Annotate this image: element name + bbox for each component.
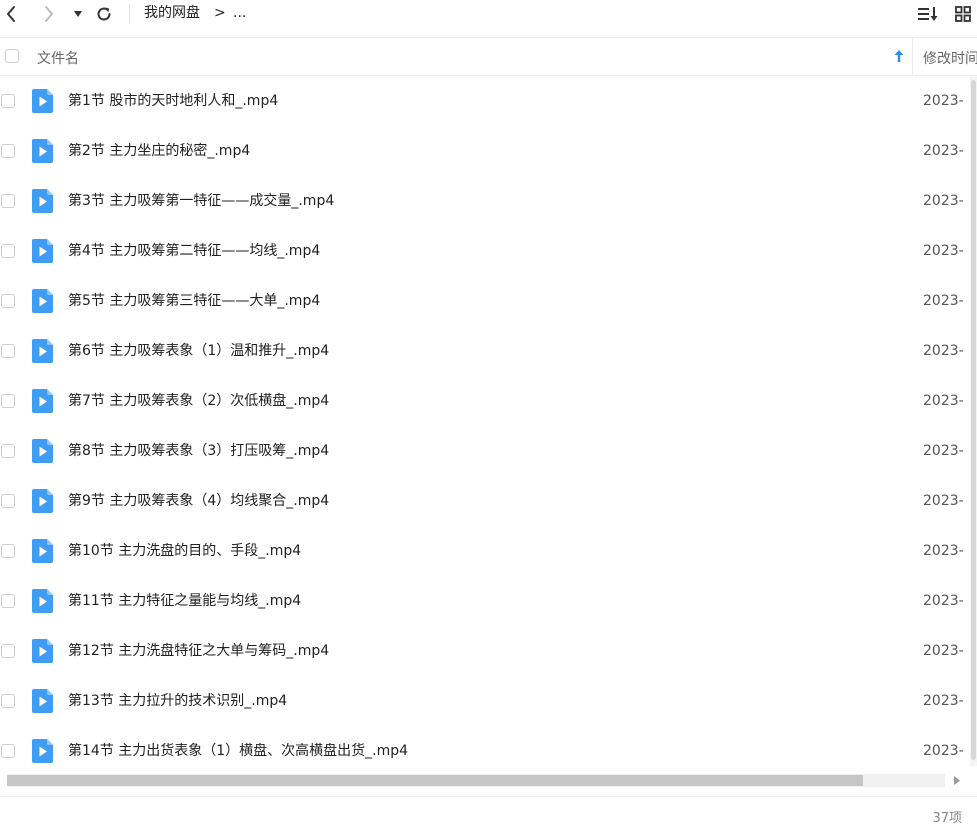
video-file-icon [32, 189, 53, 213]
file-modified-time: 2023- [923, 343, 964, 359]
video-file-icon [32, 739, 53, 763]
file-name[interactable]: 第1节 股市的天时地利人和_.mp4 [68, 92, 278, 110]
select-all-checkbox[interactable] [5, 49, 19, 63]
file-modified-time: 2023- [923, 93, 964, 109]
file-modified-time: 2023- [923, 743, 964, 759]
file-modified-time: 2023- [923, 193, 964, 209]
file-row[interactable]: 第12节 主力洗盘特征之大单与筹码_.mp4 2023- [0, 626, 970, 676]
file-checkbox[interactable] [1, 494, 15, 508]
file-row[interactable]: 第14节 主力出货表象（1）横盘、次高横盘出货_.mp4 2023- [0, 726, 970, 766]
video-file-icon [32, 239, 53, 263]
file-row[interactable]: 第11节 主力特征之量能与均线_.mp4 2023- [0, 576, 970, 626]
file-name[interactable]: 第5节 主力吸筹第三特征——大单_.mp4 [68, 292, 320, 310]
file-modified-time: 2023- [923, 143, 964, 159]
breadcrumb-root[interactable]: 我的网盘 [144, 4, 200, 22]
scroll-right-arrow-icon[interactable] [950, 774, 964, 787]
video-file-icon [32, 139, 53, 163]
video-file-icon [32, 439, 53, 463]
file-row[interactable]: 第5节 主力吸筹第三特征——大单_.mp4 2023- [0, 276, 970, 326]
file-checkbox[interactable] [1, 94, 15, 108]
file-checkbox[interactable] [1, 544, 15, 558]
file-name[interactable]: 第3节 主力吸筹第一特征——成交量_.mp4 [68, 192, 334, 210]
toolbar-divider [129, 4, 130, 24]
file-modified-time: 2023- [923, 243, 964, 259]
file-checkbox[interactable] [1, 444, 15, 458]
file-name[interactable]: 第6节 主力吸筹表象（1）温和推升_.mp4 [68, 342, 329, 360]
file-modified-time: 2023- [923, 593, 964, 609]
sort-menu-button[interactable] [916, 0, 940, 28]
horizontal-scrollbar-thumb[interactable] [7, 775, 863, 786]
file-name[interactable]: 第14节 主力出货表象（1）横盘、次高横盘出货_.mp4 [68, 742, 408, 760]
file-name[interactable]: 第2节 主力坐庄的秘密_.mp4 [68, 142, 250, 160]
refresh-icon [97, 7, 111, 21]
vertical-scrollbar-thumb[interactable] [971, 80, 976, 760]
file-row[interactable]: 第8节 主力吸筹表象（3）打压吸筹_.mp4 2023- [0, 426, 970, 476]
item-count: 37项 [932, 811, 962, 826]
file-row[interactable]: 第10节 主力洗盘的目的、手段_.mp4 2023- [0, 526, 970, 576]
breadcrumb-separator: > [214, 5, 226, 21]
file-modified-time: 2023- [923, 443, 964, 459]
file-checkbox[interactable] [1, 144, 15, 158]
status-bar: 37项 [0, 796, 977, 828]
file-row[interactable]: 第3节 主力吸筹第一特征——成交量_.mp4 2023- [0, 176, 970, 226]
file-row[interactable]: 第7节 主力吸筹表象（2）次低横盘_.mp4 2023- [0, 376, 970, 426]
file-name[interactable]: 第4节 主力吸筹第二特征——均线_.mp4 [68, 242, 320, 260]
file-checkbox[interactable] [1, 644, 15, 658]
breadcrumb-more[interactable]: ... [233, 4, 246, 22]
file-modified-time: 2023- [923, 393, 964, 409]
list-header: 文件名 修改时间 [0, 38, 977, 76]
caret-down-icon [74, 11, 82, 17]
video-file-icon [32, 489, 53, 513]
file-row[interactable]: 第1节 股市的天时地利人和_.mp4 2023- [0, 76, 970, 126]
sort-ascending-icon[interactable] [893, 49, 905, 63]
file-name[interactable]: 第7节 主力吸筹表象（2）次低横盘_.mp4 [68, 392, 329, 410]
chevron-right-icon [45, 6, 53, 22]
file-modified-time: 2023- [923, 693, 964, 709]
file-name[interactable]: 第11节 主力特征之量能与均线_.mp4 [68, 592, 301, 610]
back-button[interactable] [0, 0, 22, 28]
file-row[interactable]: 第13节 主力拉升的技术识别_.mp4 2023- [0, 676, 970, 726]
video-file-icon [32, 339, 53, 363]
file-checkbox[interactable] [1, 744, 15, 758]
file-checkbox[interactable] [1, 244, 15, 258]
sort-list-icon [918, 7, 938, 21]
file-row[interactable]: 第4节 主力吸筹第二特征——均线_.mp4 2023- [0, 226, 970, 276]
column-header-modified-time[interactable]: 修改时间 [923, 48, 977, 68]
video-file-icon [32, 539, 53, 563]
history-dropdown-button[interactable] [70, 0, 86, 28]
file-row[interactable]: 第9节 主力吸筹表象（4）均线聚合_.mp4 2023- [0, 476, 970, 526]
video-file-icon [32, 639, 53, 663]
file-checkbox[interactable] [1, 294, 15, 308]
column-divider[interactable] [912, 38, 913, 75]
column-header-name[interactable]: 文件名 [37, 48, 79, 68]
grid-view-button[interactable] [951, 0, 975, 28]
file-row[interactable]: 第2节 主力坐庄的秘密_.mp4 2023- [0, 126, 970, 176]
chevron-left-icon [7, 6, 15, 22]
video-file-icon [32, 289, 53, 313]
file-name[interactable]: 第12节 主力洗盘特征之大单与筹码_.mp4 [68, 642, 329, 660]
file-checkbox[interactable] [1, 344, 15, 358]
file-row[interactable]: 第6节 主力吸筹表象（1）温和推升_.mp4 2023- [0, 326, 970, 376]
file-name[interactable]: 第10节 主力洗盘的目的、手段_.mp4 [68, 542, 301, 560]
file-checkbox[interactable] [1, 394, 15, 408]
file-name[interactable]: 第8节 主力吸筹表象（3）打压吸筹_.mp4 [68, 442, 329, 460]
file-modified-time: 2023- [923, 293, 964, 309]
file-checkbox[interactable] [1, 594, 15, 608]
grid-icon [955, 6, 971, 22]
video-file-icon [32, 689, 53, 713]
video-file-icon [32, 589, 53, 613]
file-checkbox[interactable] [1, 694, 15, 708]
toolbar: 我的网盘 > ... [0, 0, 977, 38]
file-list: 第1节 股市的天时地利人和_.mp4 2023- 第2节 主力坐庄的秘密_.mp4 2… [0, 76, 970, 766]
file-name[interactable]: 第9节 主力吸筹表象（4）均线聚合_.mp4 [68, 492, 329, 510]
file-modified-time: 2023- [923, 643, 964, 659]
video-file-icon [32, 89, 53, 113]
video-file-icon [32, 389, 53, 413]
file-checkbox[interactable] [1, 194, 15, 208]
file-name[interactable]: 第13节 主力拉升的技术识别_.mp4 [68, 692, 287, 710]
refresh-button[interactable] [92, 0, 116, 28]
file-modified-time: 2023- [923, 493, 964, 509]
file-modified-time: 2023- [923, 543, 964, 559]
forward-button[interactable] [38, 0, 60, 28]
